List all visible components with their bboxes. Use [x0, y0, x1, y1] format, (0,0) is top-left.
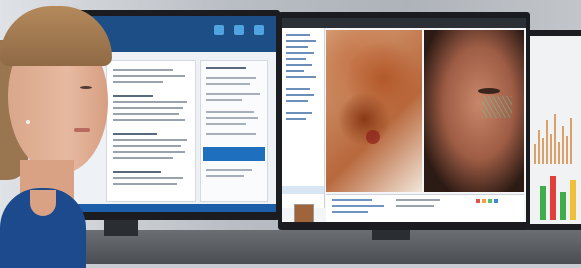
selected-item[interactable] [203, 147, 265, 161]
thumbnail-header [282, 186, 324, 194]
study-tree[interactable] [282, 28, 325, 208]
image-thumbnail[interactable] [294, 204, 314, 222]
woman-foreground [0, 0, 130, 268]
viewer-titlebar [282, 18, 526, 28]
pigmentation-analysis-image[interactable] [326, 30, 422, 192]
right-monitor-screen [530, 36, 581, 224]
center-monitor-stand [372, 230, 410, 240]
measurements-panel [326, 194, 524, 222]
face-closeup-image[interactable] [424, 30, 524, 192]
right-monitor [526, 30, 581, 230]
hair [0, 6, 112, 66]
toolbar-icon-1[interactable] [214, 25, 224, 35]
toolbar-icon-3[interactable] [254, 25, 264, 35]
findings-sidepanel [200, 60, 268, 202]
bar-chart-3d [540, 170, 580, 220]
center-monitor-screen [282, 18, 526, 222]
toolbar-icon-2[interactable] [234, 25, 244, 35]
earring [26, 120, 30, 124]
center-monitor [278, 12, 530, 230]
